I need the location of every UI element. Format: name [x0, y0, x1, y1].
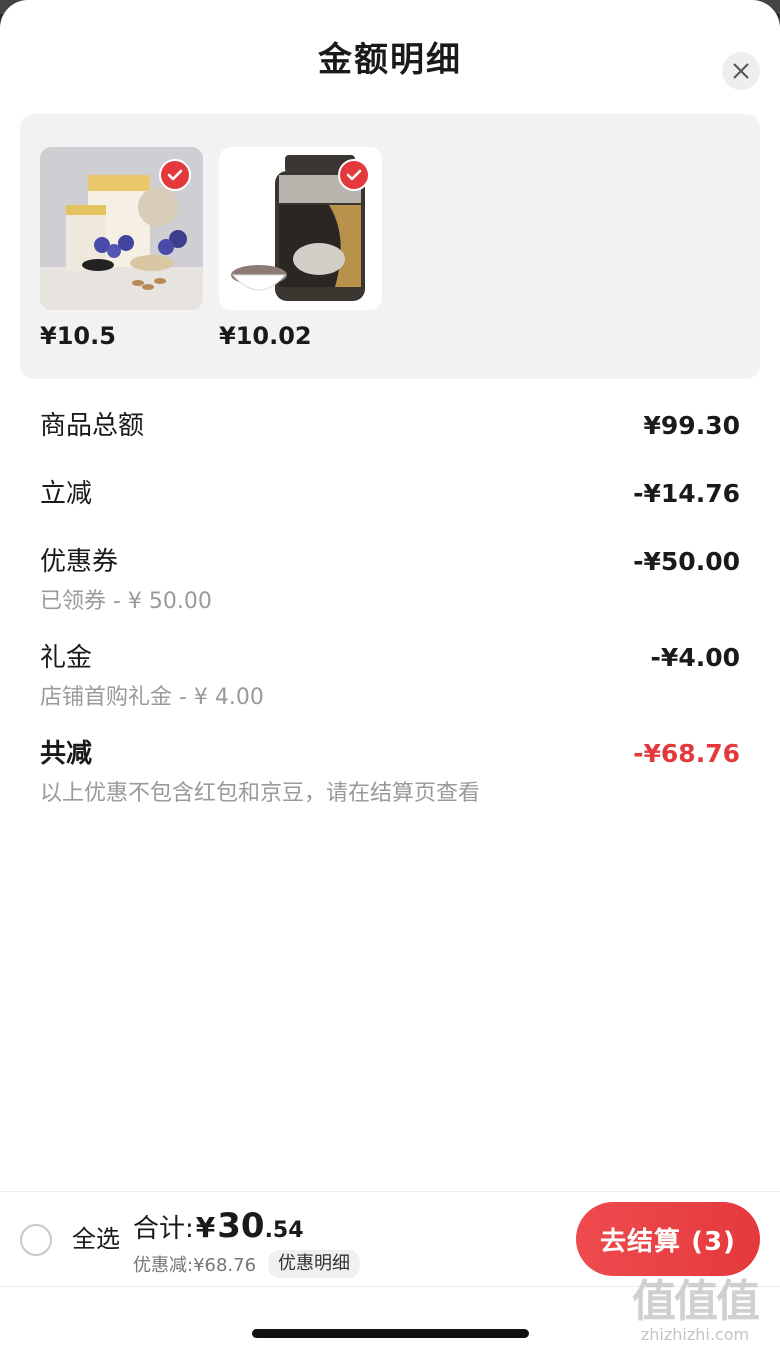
product-item[interactable]: ¥10.5 [40, 147, 203, 350]
sum-decimal: .54 [264, 1218, 304, 1243]
select-all-checkbox[interactable] [20, 1224, 52, 1256]
selected-check[interactable] [159, 159, 191, 191]
select-all-label[interactable]: 全选 [72, 1220, 120, 1258]
gift-money-amount: -¥4.00 [650, 643, 740, 672]
home-indicator[interactable] [252, 1329, 529, 1338]
sheet-header: 金额明细 [0, 30, 780, 90]
discount-text: 优惠减:¥68.76 [133, 1255, 257, 1276]
goods-total-label: 商品总额 [40, 411, 145, 441]
total-reduction-amount: -¥68.76 [633, 739, 740, 768]
product-image[interactable] [219, 147, 382, 310]
watermark-logo: 值值值 [632, 1276, 760, 1327]
close-icon [733, 63, 749, 79]
selected-check[interactable] [338, 159, 370, 191]
product-item[interactable]: ¥10.02 [219, 147, 382, 350]
discount-detail-button[interactable]: 优惠明细 [268, 1250, 361, 1278]
sum-integer: 30 [217, 1206, 265, 1246]
sum-line: 合计: ¥ 30 .54 [133, 1206, 304, 1246]
product-price: ¥10.5 [40, 322, 116, 350]
coupon-sub: 已领券 - ¥ 50.00 [40, 589, 212, 614]
gift-money-row: 礼金 -¥4.00 店铺首购礼金 - ¥ 4.00 [40, 640, 740, 714]
sum-currency: ¥ [195, 1211, 216, 1244]
gift-money-label: 礼金 [40, 643, 93, 673]
total-reduction-note: 以上优惠不包含红包和京豆，请在结算页查看 [40, 781, 481, 806]
watermark-url: zhizhizhi.com [640, 1325, 750, 1344]
product-strip: ¥10.5 ¥10.02 [20, 114, 760, 379]
coupon-row: 优惠券 -¥50.00 已领券 - ¥ 50.00 [40, 544, 740, 618]
checkout-button[interactable]: 去结算 (3) [576, 1202, 760, 1276]
watermark: 值值值 zhizhizhi.com [620, 1278, 770, 1350]
gift-money-sub: 店铺首购礼金 - ¥ 4.00 [40, 685, 264, 710]
page-title: 金额明细 [318, 40, 462, 80]
total-reduction-row: 共减 -¥68.76 以上优惠不包含红包和京豆，请在结算页查看 [40, 736, 740, 810]
instant-discount-amount: -¥14.76 [633, 479, 740, 508]
check-icon [167, 169, 183, 181]
instant-discount-row: 立减 -¥14.76 [40, 476, 740, 512]
sum-label: 合计: [133, 1214, 194, 1244]
product-image[interactable] [40, 147, 203, 310]
product-price: ¥10.02 [219, 322, 312, 350]
amount-detail-sheet: 金额明细 ¥10.5 ¥10.02 商品总额 ¥99.30 立减 -¥14.76… [0, 0, 780, 1355]
close-button[interactable] [722, 52, 760, 90]
coupon-amount: -¥50.00 [633, 547, 740, 576]
checkout-bar: 全选 合计: ¥ 30 .54 优惠减:¥68.76 优惠明细 去结算 (3) [0, 1192, 780, 1286]
discount-line: 优惠减:¥68.76 优惠明细 [133, 1250, 361, 1278]
goods-total-row: 商品总额 ¥99.30 [40, 408, 740, 444]
amount-breakdown: 商品总额 ¥99.30 立减 -¥14.76 优惠券 -¥50.00 已领券 -… [40, 408, 740, 810]
check-icon [346, 169, 362, 181]
goods-total-amount: ¥99.30 [643, 411, 740, 440]
